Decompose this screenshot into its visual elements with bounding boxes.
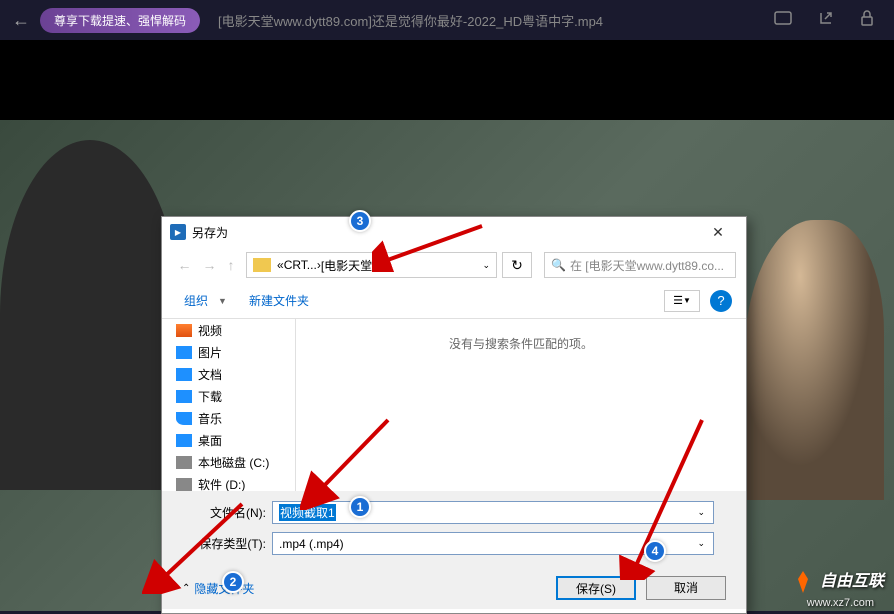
lock-icon[interactable] [860, 10, 874, 31]
sidebar-item-doc[interactable]: 文档 [162, 363, 295, 385]
folder-icon [253, 258, 271, 272]
sidebar-item-download[interactable]: 下载 [162, 385, 295, 407]
video-title: [电影天堂www.dytt89.com]还是觉得你最好-2022_HD粤语中字.… [218, 11, 756, 30]
close-button[interactable]: ✕ [698, 219, 738, 245]
promo-label: 尊享下载提速、强悍解码 [54, 14, 186, 28]
nav-arrows: ← → ↑ [172, 251, 240, 279]
sidebar-item-image[interactable]: 图片 [162, 341, 295, 363]
sidebar-item-label: 文档 [198, 366, 222, 383]
sidebar-item-label: 下载 [198, 388, 222, 405]
desktop-icon [176, 434, 192, 447]
caret-icon[interactable]: ⌃ [182, 583, 190, 594]
save-as-dialog: ▶ 另存为 ✕ ← → ↑ « CRT... › [电影天堂w... ⌄ ↻ 🔍 [161, 216, 747, 614]
video-area: ▶ 另存为 ✕ ← → ↑ « CRT... › [电影天堂w... ⌄ ↻ 🔍 [0, 40, 894, 611]
watermark-url: www.xz7.com [807, 597, 874, 609]
person-silhouette-left [0, 140, 180, 490]
chevron-down-icon[interactable]: ⌄ [697, 507, 705, 518]
explorer-body: 视频 图片 文档 下载 音乐 桌面 本地磁盘 (C:) 软件 (D:) 没有与搜… [162, 319, 746, 491]
watermark-text: 自由互联 [820, 573, 884, 590]
sidebar-item-video[interactable]: 视频 [162, 319, 295, 341]
button-row: ⌃ 隐藏文件夹 保存(S) 取消 [162, 567, 746, 609]
bc-seg1[interactable]: CRT... [284, 258, 317, 272]
sidebar-item-label: 本地磁盘 (C:) [198, 454, 269, 471]
sidebar-item-desktop[interactable]: 桌面 [162, 429, 295, 451]
back-button[interactable]: ← [12, 10, 30, 31]
sidebar-item-label: 软件 (D:) [198, 476, 245, 492]
sidebar-item-label: 视频 [198, 322, 222, 339]
music-icon [176, 412, 192, 425]
person-silhouette-right [744, 220, 884, 500]
app-icon: ▶ [170, 224, 186, 240]
filename-row: 文件名(N): 视频截取1 ⌄ [194, 501, 714, 524]
save-button[interactable]: 保存(S) [556, 576, 636, 600]
filetype-label: 保存类型(T): [194, 535, 266, 552]
filetype-row: 保存类型(T): .mp4 (.mp4) ⌄ [194, 532, 714, 555]
filetype-value: .mp4 (.mp4) [279, 537, 344, 551]
download-icon [176, 390, 192, 403]
nav-back-icon[interactable]: ← [178, 257, 192, 273]
disk-icon [176, 478, 192, 491]
player-topbar: ← 尊享下载提速、强悍解码 [电影天堂www.dytt89.com]还是觉得你最… [0, 0, 894, 40]
filetype-select[interactable]: .mp4 (.mp4) ⌄ [272, 532, 714, 555]
nav-forward-icon[interactable]: → [203, 257, 217, 273]
new-folder-button[interactable]: 新建文件夹 [241, 288, 317, 313]
refresh-button[interactable]: ↻ [502, 252, 532, 278]
chevron-down-icon[interactable]: ⌄ [697, 538, 705, 549]
chevron-down-icon[interactable]: ⌄ [482, 260, 490, 271]
dialog-titlebar[interactable]: ▶ 另存为 ✕ [162, 217, 746, 247]
hide-folders-link[interactable]: 隐藏文件夹 [194, 580, 254, 597]
promo-pill[interactable]: 尊享下载提速、强悍解码 [40, 8, 200, 33]
video-icon [176, 324, 192, 337]
popout-icon[interactable] [818, 10, 834, 31]
document-icon [176, 368, 192, 381]
tv-icon[interactable] [774, 11, 792, 30]
filename-value: 视频截取1 [279, 504, 336, 521]
search-placeholder: 在 [电影天堂www.dytt89.co... [570, 257, 724, 274]
view-options-button[interactable]: ☰ ▼ [664, 290, 700, 312]
sidebar-item-diskc[interactable]: 本地磁盘 (C:) [162, 451, 295, 473]
dialog-title: 另存为 [192, 224, 698, 241]
sidebar-item-label: 图片 [198, 344, 222, 361]
empty-message: 没有与搜索条件匹配的项。 [312, 335, 730, 352]
breadcrumb-bar: ← → ↑ « CRT... › [电影天堂w... ⌄ ↻ 🔍 在 [电影天堂… [162, 247, 746, 283]
cancel-button[interactable]: 取消 [646, 576, 726, 600]
sidebar-item-label: 桌面 [198, 432, 222, 449]
watermark-main: 自由互联 [790, 567, 884, 595]
filename-label: 文件名(N): [194, 504, 266, 521]
folder-sidebar: 视频 图片 文档 下载 音乐 桌面 本地磁盘 (C:) 软件 (D:) [162, 319, 296, 491]
disk-icon [176, 456, 192, 469]
search-icon: 🔍 [551, 258, 566, 272]
search-input[interactable]: 🔍 在 [电影天堂www.dytt89.co... [544, 252, 736, 278]
toolbar: 组织 ▼ 新建文件夹 ☰ ▼ ? [162, 283, 746, 319]
sidebar-item-music[interactable]: 音乐 [162, 407, 295, 429]
help-button[interactable]: ? [710, 290, 732, 312]
breadcrumb-path[interactable]: « CRT... › [电影天堂w... ⌄ [246, 252, 497, 278]
nav-up-icon[interactable]: ↑ [228, 257, 235, 273]
filename-input[interactable]: 视频截取1 ⌄ [272, 501, 714, 524]
sidebar-item-diskd[interactable]: 软件 (D:) [162, 473, 295, 491]
organize-menu[interactable]: 组织 [176, 288, 216, 313]
bc-ellipsis: « [277, 258, 284, 272]
inputs-zone: 文件名(N): 视频截取1 ⌄ 保存类型(T): .mp4 (.mp4) ⌄ [162, 491, 746, 567]
sidebar-item-label: 音乐 [198, 410, 222, 427]
image-icon [176, 346, 192, 359]
bc-seg2[interactable]: [电影天堂w... [321, 257, 390, 274]
file-list-empty: 没有与搜索条件匹配的项。 [296, 319, 746, 491]
